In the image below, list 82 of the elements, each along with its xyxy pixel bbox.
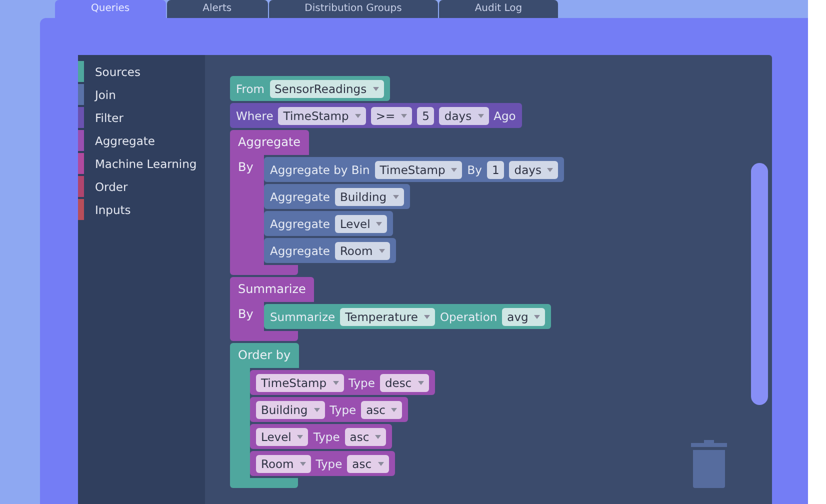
block-text: Aggregate <box>270 190 330 204</box>
caret-icon <box>375 434 382 438</box>
toolbox-category[interactable]: Join <box>78 83 205 106</box>
caret-icon <box>391 408 398 412</box>
dropdown[interactable]: Level <box>256 428 308 446</box>
query-block[interactable]: From SensorReadings <box>230 76 390 101</box>
dropdown[interactable]: >= <box>370 106 412 124</box>
caret-icon <box>314 408 320 412</box>
caret-icon <box>478 114 484 118</box>
dropdown[interactable]: desc <box>380 374 429 392</box>
caret-icon <box>378 462 384 466</box>
dropdown[interactable]: Building <box>334 188 404 206</box>
block-text: Ago <box>494 108 516 122</box>
block-text: Aggregate <box>270 216 330 230</box>
number-field[interactable]: 1 <box>486 160 504 178</box>
block-text: Aggregate <box>270 244 330 258</box>
block-text: Aggregate by Bin <box>270 162 370 176</box>
toolbox-category[interactable]: Sources <box>78 60 205 83</box>
caret-icon <box>297 434 304 438</box>
caret-icon <box>378 248 385 252</box>
caret-icon <box>451 168 458 172</box>
query-block[interactable]: Level Type asc <box>250 424 392 449</box>
caret-icon <box>418 380 424 384</box>
toolbox-category[interactable]: Filter <box>78 106 205 129</box>
dropdown[interactable]: avg <box>502 308 546 326</box>
query-block[interactable]: Room Type asc <box>250 451 395 476</box>
caret-icon <box>376 222 382 226</box>
scrollbar[interactable] <box>751 163 768 405</box>
dropdown[interactable]: Level <box>334 214 388 232</box>
toolbox-category[interactable]: Machine Learning <box>78 152 205 175</box>
toolbox-category[interactable]: Aggregate <box>78 129 205 152</box>
dropdown[interactable]: SensorReadings <box>270 80 384 98</box>
number-field[interactable]: 5 <box>417 106 434 124</box>
query-block[interactable]: Building Type asc <box>250 397 408 422</box>
dropdown[interactable]: days <box>509 160 558 178</box>
caret-icon <box>332 380 339 384</box>
block-text: Type <box>313 430 340 444</box>
query-block[interactable]: Aggregate by Bin TimeStamp By 1 days <box>264 157 564 182</box>
query-block[interactable]: Aggregate Building <box>264 184 410 209</box>
block-text: By <box>467 162 482 176</box>
dropdown[interactable]: TimeStamp <box>374 160 462 178</box>
block-text: Where <box>236 108 274 122</box>
slot-label: By <box>237 307 254 323</box>
block-text: Type <box>348 376 375 390</box>
dropdown[interactable]: Building <box>256 400 325 418</box>
toolbox-category[interactable]: Order <box>78 175 205 198</box>
block-text: Summarize <box>270 310 336 324</box>
caret-icon <box>300 462 306 466</box>
caret-icon <box>354 114 361 118</box>
toolbox-category[interactable]: Inputs <box>78 198 205 221</box>
dropdown[interactable]: days <box>439 106 489 124</box>
caret-icon <box>547 168 554 172</box>
caret-icon <box>424 314 430 318</box>
dropdown[interactable]: asc <box>361 400 402 418</box>
block-text: Operation <box>440 310 498 324</box>
block-text: Type <box>330 402 356 416</box>
query-block[interactable]: TimeStamp Type desc <box>250 370 435 395</box>
block-header[interactable]: Summarize <box>230 277 314 302</box>
tab[interactable]: Distribution Groups <box>268 0 438 18</box>
query-block[interactable]: Aggregate Room <box>264 238 396 263</box>
tab[interactable]: Audit Log <box>438 0 558 18</box>
trash-icon[interactable] <box>690 438 728 488</box>
block-header[interactable]: Aggregate <box>230 130 309 155</box>
slot-label: By <box>237 160 254 176</box>
block-text: Type <box>316 456 342 470</box>
block-foot <box>230 478 298 488</box>
query-block[interactable]: Summarize Temperature Operation avg <box>264 304 552 329</box>
caret-icon <box>534 314 540 318</box>
dropdown[interactable]: Temperature <box>340 308 435 326</box>
query-block[interactable]: Where TimeStamp >= 5 days Ago <box>230 103 522 128</box>
dropdown[interactable]: asc <box>344 428 386 446</box>
dropdown[interactable]: Room <box>256 454 311 472</box>
caret-icon <box>372 86 379 90</box>
dropdown[interactable]: TimeStamp <box>278 106 366 124</box>
dropdown[interactable]: Room <box>334 242 390 260</box>
caret-icon <box>401 114 408 118</box>
dropdown[interactable]: asc <box>347 454 389 472</box>
dropdown[interactable]: TimeStamp <box>256 374 344 392</box>
tab[interactable]: Alerts <box>166 0 268 18</box>
block-text: From <box>236 82 264 96</box>
query-block[interactable]: Aggregate Level <box>264 211 394 236</box>
caret-icon <box>392 194 399 198</box>
